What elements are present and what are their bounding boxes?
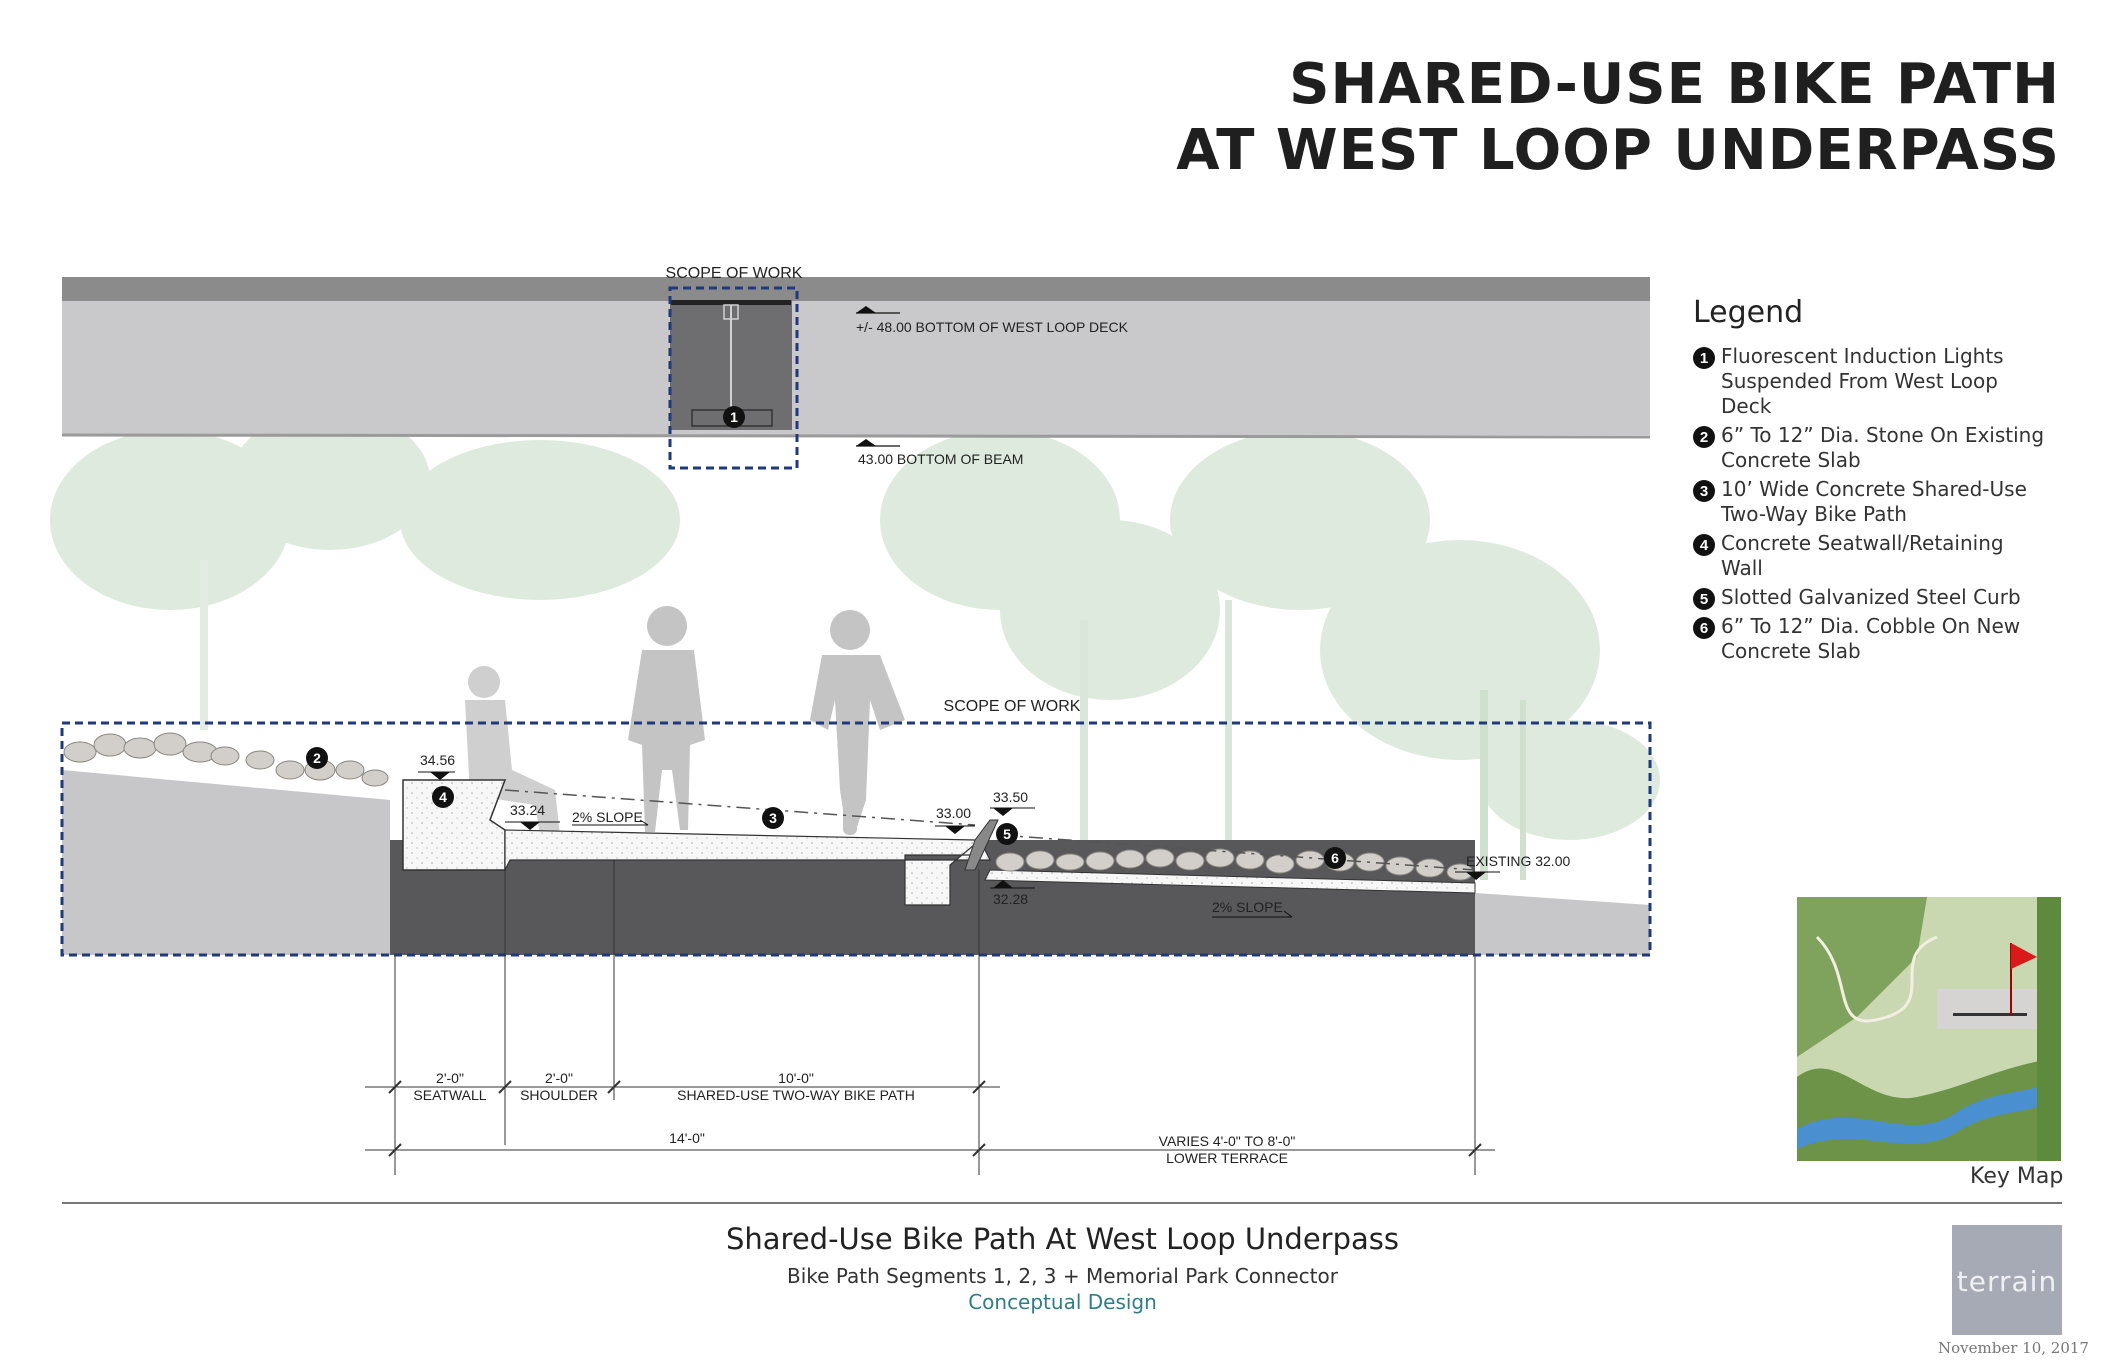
legend-item-6: 6 6” To 12” Dia. Cobble On New Concrete …: [1693, 614, 2093, 664]
legend-number-5: 5: [1693, 588, 1715, 610]
path-dimension-label: SHARED-USE TWO-WAY BIKE PATH: [677, 1087, 915, 1103]
shoulder-dimension: 2'-0": [545, 1070, 573, 1086]
existing-grade-left: [62, 770, 390, 955]
svg-text:5: 5: [1003, 826, 1011, 842]
drawing-sheet: SHARED-USE BIKE PATH AT WEST LOOP UNDERP…: [0, 0, 2125, 1372]
spot-elevation-3324: 33.24: [510, 802, 545, 818]
logo-text: terrain: [1956, 1265, 2058, 1298]
key-map-label: Key Map: [1970, 1164, 2064, 1189]
legend-item-1: 1 Fluorescent Induction Lights Suspended…: [1693, 344, 2093, 419]
footer-status: Conceptual Design: [968, 1290, 1157, 1314]
spot-marker-3456: [418, 771, 455, 780]
legend-item-2: 2 6” To 12” Dia. Stone On Existing Concr…: [1693, 423, 2093, 473]
svg-text:2: 2: [313, 750, 321, 766]
legend-text-1: Fluorescent Induction Lights Suspended F…: [1721, 344, 2004, 418]
legend: Legend 1 Fluorescent Induction Lights Su…: [1693, 295, 2093, 668]
terrace-dimension-label: LOWER TERRACE: [1166, 1150, 1288, 1166]
callout-6: 6: [1324, 847, 1346, 869]
spot-elevation-3300: 33.00: [936, 805, 971, 821]
legend-number-6: 6: [1693, 617, 1715, 639]
west-loop-deck-top: [62, 277, 1650, 301]
seatwall-dimension-label: SEATWALL: [413, 1087, 486, 1103]
footer-title: Shared-Use Bike Path At West Loop Underp…: [725, 1222, 1400, 1256]
legend-text-4: Concrete Seatwall/Retaining Wall: [1721, 531, 2004, 580]
legend-item-4: 4 Concrete Seatwall/Retaining Wall: [1693, 531, 2093, 581]
scope-of-work-label-upper: SCOPE OF WORK: [666, 265, 803, 282]
spot-elevation-existing: EXISTING 32.00: [1466, 853, 1570, 869]
beam-elevation-marker: [856, 439, 900, 447]
callout-4: 4: [432, 786, 454, 808]
beam-elevation-label: 43.00 BOTTOM OF BEAM: [858, 451, 1023, 467]
spot-elevation-3228: 32.28: [993, 891, 1028, 907]
callout-3: 3: [762, 807, 784, 829]
legend-text-5: Slotted Galvanized Steel Curb: [1721, 585, 2021, 609]
walking-person-silhouette: [628, 606, 705, 832]
svg-text:6: 6: [1331, 850, 1339, 866]
legend-item-5: 5 Slotted Galvanized Steel Curb: [1693, 585, 2093, 610]
legend-number-2: 2: [1693, 426, 1715, 448]
callout-2: 2: [306, 747, 328, 769]
terrace-slope-label: 2% SLOPE: [1212, 899, 1283, 915]
legend-number-1: 1: [1693, 347, 1715, 369]
path-slope-label: 2% SLOPE: [572, 809, 643, 825]
seatwall-dimension: 2'-0": [436, 1070, 464, 1086]
callout-1: 1: [723, 406, 745, 428]
concrete-seatwall: [402, 779, 507, 871]
deck-elevation-label: +/- 48.00 BOTTOM OF WEST LOOP DECK: [856, 319, 1129, 335]
legend-item-3: 3 10’ Wide Concrete Shared-Use Two-Way B…: [1693, 477, 2093, 527]
spot-marker-3300: [935, 825, 975, 834]
dimension-line-lower: [365, 1143, 1495, 1157]
section-diagram: +/- 48.00 BOTTOM OF WEST LOOP DECK 43.00…: [50, 265, 1660, 1175]
spot-elevation-3350: 33.50: [993, 789, 1028, 805]
legend-title: Legend: [1693, 295, 1804, 330]
svg-text:4: 4: [439, 789, 447, 805]
callout-5: 5: [996, 823, 1018, 845]
footer-divider: [62, 1202, 2062, 1204]
sheet-date: November 10, 2017: [1938, 1339, 2089, 1357]
legend-number-3: 3: [1693, 480, 1715, 502]
svg-text:3: 3: [769, 810, 777, 826]
spot-elevation-3456: 34.56: [420, 752, 455, 768]
terrace-dimension: VARIES 4'-0" TO 8'-0": [1159, 1133, 1296, 1149]
legend-text-6: 6” To 12” Dia. Cobble On New Concrete Sl…: [1721, 614, 2021, 663]
footer-subtitle: Bike Path Segments 1, 2, 3 + Memorial Pa…: [787, 1264, 1338, 1288]
legend-text-2: 6” To 12” Dia. Stone On Existing Concret…: [1721, 423, 2045, 472]
total-dimension: 14'-0": [669, 1130, 705, 1146]
legend-number-4: 4: [1693, 534, 1715, 556]
shoulder-dimension-label: SHOULDER: [520, 1087, 598, 1103]
path-dimension: 10'-0": [778, 1070, 814, 1086]
legend-text-3: 10’ Wide Concrete Shared-Use Two-Way Bik…: [1721, 477, 2027, 526]
svg-text:1: 1: [730, 409, 738, 425]
key-map-image: [1797, 897, 2061, 1161]
spot-marker-3350: [990, 807, 1035, 816]
existing-grade-right: [1475, 893, 1650, 955]
bottom-of-beam-line: [61, 433, 1651, 439]
terrain-logo: terrain: [1952, 1225, 2062, 1335]
scope-of-work-label-lower: SCOPE OF WORK: [944, 698, 1081, 715]
